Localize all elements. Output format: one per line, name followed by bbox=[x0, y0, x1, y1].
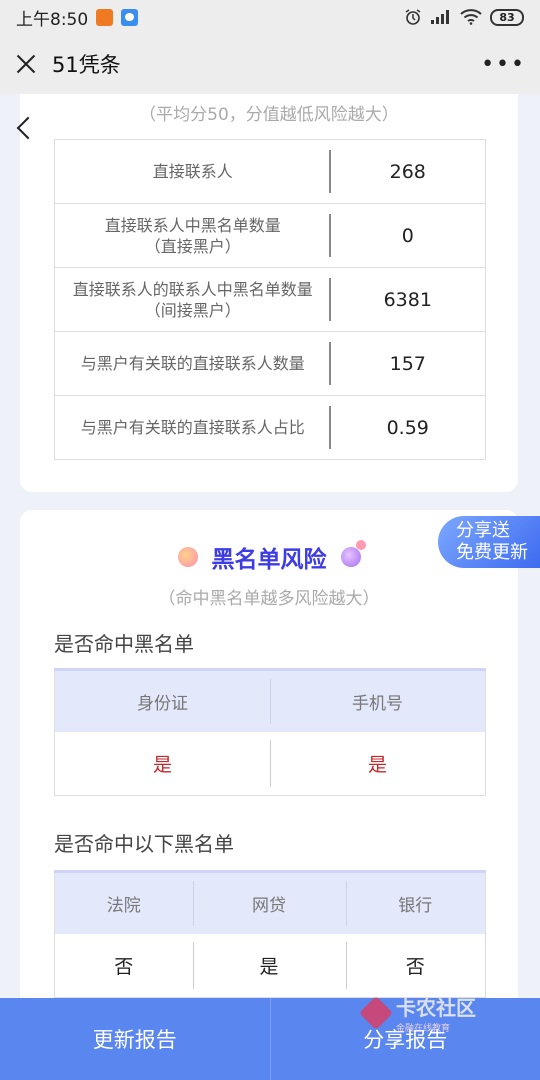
list-blacklist-table: 法院 网贷 银行 否 是 否 bbox=[54, 870, 486, 998]
status-time: 上午8:50 bbox=[16, 9, 89, 30]
status-bar: 上午8:50 83 bbox=[0, 0, 540, 34]
header-phone: 手机号 bbox=[270, 668, 486, 732]
row-label: 与黑户有关联的直接联系人数量 bbox=[54, 331, 331, 396]
table-row: 直接联系人中黑名单数量 （直接黑户） 0 bbox=[54, 203, 486, 268]
row-value: 0 bbox=[330, 203, 486, 268]
row-value: 0.59 bbox=[330, 395, 486, 460]
table-header-row: 法院 网贷 银行 bbox=[54, 870, 486, 934]
hit-blacklist-table: 身份证 手机号 是 是 bbox=[54, 668, 486, 796]
status-icons: 83 bbox=[404, 8, 524, 26]
update-report-button[interactable]: 更新报告 bbox=[0, 998, 270, 1080]
row-label-sub: （直接黑户） bbox=[144, 236, 241, 256]
contacts-card: （平均分50，分值越低风险越大） 直接联系人 268 直接联系人中黑名单数量 （直… bbox=[20, 94, 518, 492]
row-label-main: 直接联系人中黑名单数量 bbox=[104, 215, 281, 235]
blacklist-note: （命中黑名单越多风险越大） bbox=[158, 589, 380, 609]
app-notification-icon bbox=[96, 8, 114, 26]
row-value: 268 bbox=[330, 139, 486, 204]
hit-blacklist-title: 是否命中黑名单 bbox=[54, 632, 194, 656]
row-label: 与黑户有关联的直接联系人占比 bbox=[54, 395, 331, 460]
battery-indicator: 83 bbox=[490, 8, 524, 26]
back-icon[interactable] bbox=[14, 114, 36, 144]
decor-dot-icon bbox=[177, 547, 198, 567]
header-bank: 银行 bbox=[345, 870, 486, 934]
section-title: 黑名单风险 bbox=[211, 547, 327, 573]
value-id-card: 是 bbox=[152, 753, 172, 776]
watermark-subtitle: 金融在线教育 bbox=[396, 1024, 451, 1034]
signal-icon bbox=[431, 10, 449, 24]
contacts-table: 直接联系人 268 直接联系人中黑名单数量 （直接黑户） 0 直接联系人的联系人中… bbox=[54, 139, 486, 460]
watermark-title: 卡农社区 bbox=[396, 996, 476, 1020]
table-header-row: 身份证 手机号 bbox=[54, 668, 486, 732]
row-label-sub: （间接黑户） bbox=[144, 300, 241, 320]
wifi-icon bbox=[460, 9, 482, 25]
close-icon[interactable] bbox=[14, 52, 38, 76]
row-value: 6381 bbox=[330, 267, 486, 332]
chat-notification-icon bbox=[121, 8, 139, 26]
alarm-icon bbox=[405, 9, 421, 25]
blacklist-card: 黑名单风险 （命中黑名单越多风险越大） 是否命中黑名单 身份证 手机号 是 是 … bbox=[20, 510, 518, 998]
header-online-loan: 网贷 bbox=[192, 870, 346, 934]
watermark-text: 卡农社区 金融在线教育 bbox=[396, 992, 476, 1034]
kanong-logo-icon bbox=[362, 999, 390, 1027]
header-id-card: 身份证 bbox=[54, 668, 270, 732]
table-row: 直接联系人 268 bbox=[54, 139, 486, 204]
value-bank: 否 bbox=[345, 934, 486, 998]
row-label: 直接联系人 bbox=[54, 139, 331, 204]
value-phone: 是 bbox=[270, 732, 486, 796]
row-label: 直接联系人的联系人中黑名单数量 （间接黑户） bbox=[54, 267, 331, 332]
contacts-note: （平均分50，分值越低风险越大） bbox=[139, 105, 399, 125]
decor-dot-icon bbox=[340, 540, 366, 567]
list-blacklist-title: 是否命中以下黑名单 bbox=[54, 832, 234, 856]
table-row: 直接联系人的联系人中黑名单数量 （间接黑户） 6381 bbox=[54, 267, 486, 332]
header-court: 法院 bbox=[54, 870, 193, 934]
title-bar: 51凭条 ••• bbox=[0, 34, 540, 94]
table-row: 与黑户有关联的直接联系人数量 157 bbox=[54, 331, 486, 396]
row-label: 直接联系人中黑名单数量 （直接黑户） bbox=[54, 203, 331, 268]
table-row: 是 是 bbox=[55, 732, 486, 796]
badge-line-1: 分享送 bbox=[456, 520, 510, 541]
page-title: 51凭条 bbox=[52, 53, 121, 77]
value-court: 否 bbox=[114, 955, 134, 978]
table-row: 否 是 否 bbox=[55, 934, 486, 998]
row-value: 157 bbox=[330, 331, 486, 396]
table-row: 与黑户有关联的直接联系人占比 0.59 bbox=[54, 395, 486, 460]
badge-line-2: 免费更新 bbox=[456, 542, 528, 563]
share-free-update-badge[interactable]: 分享送 免费更新 bbox=[438, 516, 540, 568]
value-online-loan: 是 bbox=[192, 934, 346, 998]
row-label-main: 直接联系人的联系人中黑名单数量 bbox=[72, 279, 313, 299]
more-options-icon[interactable]: ••• bbox=[481, 52, 526, 77]
watermark: 卡农社区 金融在线教育 bbox=[362, 992, 476, 1034]
